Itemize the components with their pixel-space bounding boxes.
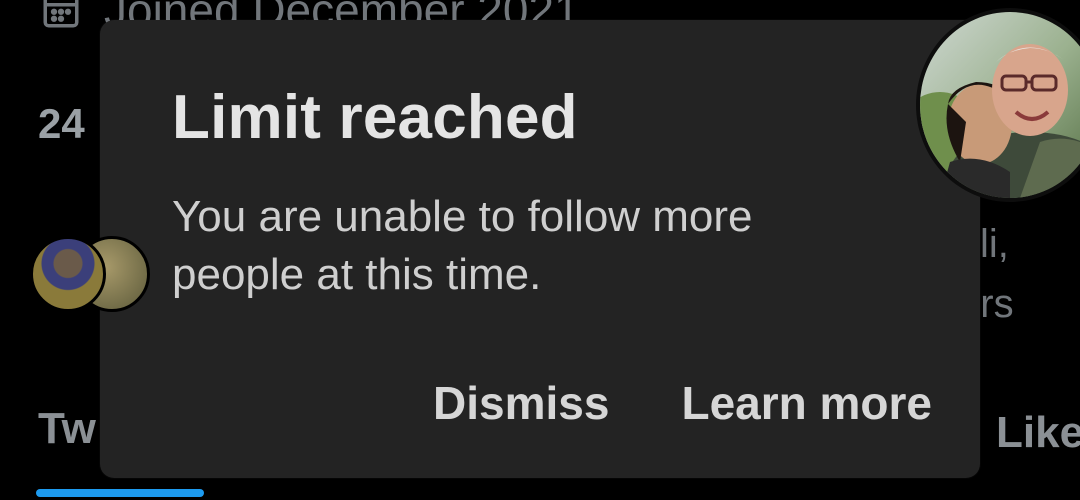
- dismiss-button[interactable]: Dismiss: [433, 376, 609, 430]
- followers-snippet-text: li,: [980, 222, 1009, 266]
- learn-more-button[interactable]: Learn more: [681, 376, 932, 430]
- dialog-actions: Dismiss Learn more: [433, 376, 932, 430]
- dialog-title: Limit reached: [172, 83, 578, 152]
- profile-photo-image: [920, 12, 1080, 198]
- dialog-message: You are unable to follow more people at …: [172, 192, 753, 299]
- tab-likes[interactable]: Like: [996, 408, 1080, 458]
- follower-avatar: [30, 236, 106, 312]
- limit-reached-dialog: Limit reached You are unable to follow m…: [100, 20, 980, 478]
- following-count[interactable]: 24: [38, 100, 85, 148]
- tab-tweets[interactable]: Tw: [38, 404, 96, 454]
- calendar-icon: [43, 0, 79, 28]
- active-tab-indicator: [36, 489, 204, 497]
- followers-you-know-avatars[interactable]: [30, 236, 150, 312]
